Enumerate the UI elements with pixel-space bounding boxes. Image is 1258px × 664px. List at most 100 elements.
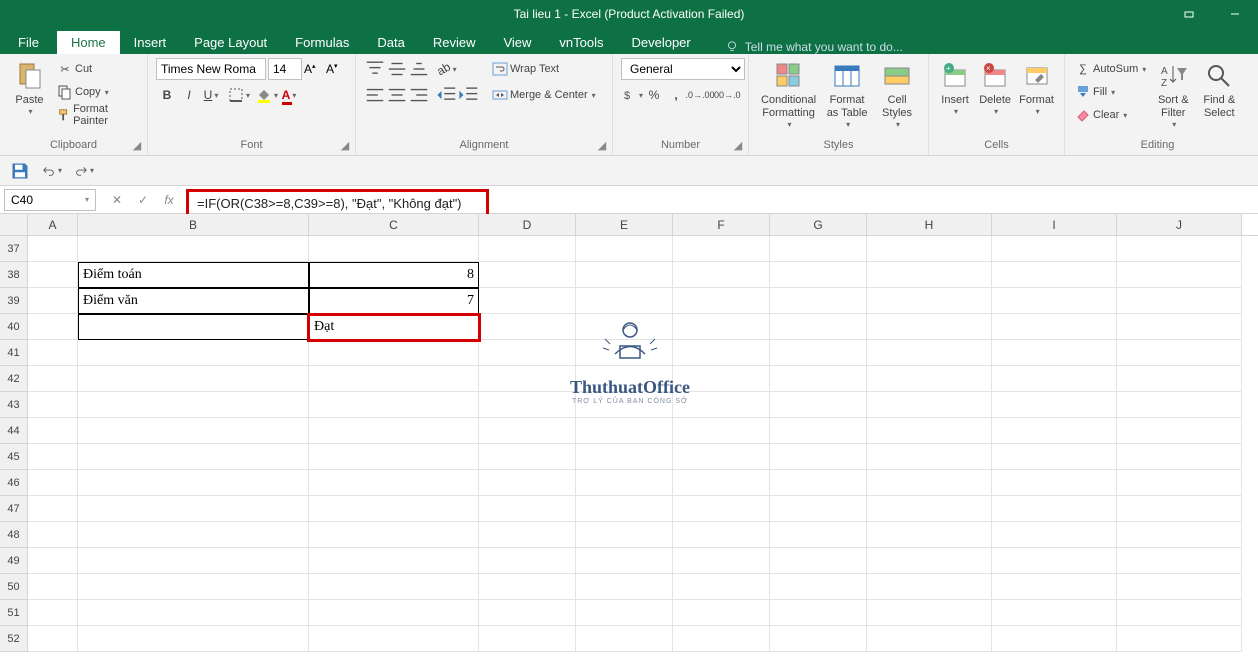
- row-header[interactable]: 40: [0, 314, 28, 340]
- col-header[interactable]: E: [576, 214, 673, 235]
- cell[interactable]: [576, 522, 673, 548]
- cell[interactable]: [479, 600, 576, 626]
- font-name-select[interactable]: [156, 58, 266, 80]
- cell[interactable]: [867, 288, 992, 314]
- row-header[interactable]: 42: [0, 366, 28, 392]
- cell[interactable]: [673, 522, 770, 548]
- cell[interactable]: [479, 262, 576, 288]
- cell[interactable]: [992, 262, 1117, 288]
- cell[interactable]: [992, 574, 1117, 600]
- cell[interactable]: [576, 574, 673, 600]
- underline-button[interactable]: U▾: [200, 84, 222, 106]
- cell[interactable]: [1117, 522, 1242, 548]
- cell[interactable]: [867, 574, 992, 600]
- cell[interactable]: [576, 262, 673, 288]
- cell[interactable]: [673, 262, 770, 288]
- cell[interactable]: [479, 366, 576, 392]
- cell[interactable]: [867, 548, 992, 574]
- cell[interactable]: [309, 574, 479, 600]
- cell[interactable]: [770, 626, 867, 652]
- cell[interactable]: [78, 444, 309, 470]
- cell[interactable]: [78, 496, 309, 522]
- tab-file[interactable]: File: [0, 31, 57, 54]
- cell[interactable]: [867, 314, 992, 340]
- cell[interactable]: [992, 548, 1117, 574]
- cell[interactable]: [28, 392, 78, 418]
- cell[interactable]: [28, 574, 78, 600]
- cell[interactable]: [576, 626, 673, 652]
- cell[interactable]: [309, 600, 479, 626]
- cell[interactable]: [1117, 444, 1242, 470]
- decrease-font-icon[interactable]: A▾: [326, 62, 346, 76]
- name-box[interactable]: C40▾: [4, 189, 96, 211]
- cell[interactable]: [867, 236, 992, 262]
- cell[interactable]: [1117, 600, 1242, 626]
- enter-formula-icon[interactable]: ✓: [130, 189, 156, 211]
- cell[interactable]: [770, 288, 867, 314]
- comma-format-icon[interactable]: ,: [665, 84, 687, 106]
- cell[interactable]: [78, 366, 309, 392]
- cell[interactable]: [992, 470, 1117, 496]
- cell[interactable]: 7: [309, 288, 479, 314]
- cell[interactable]: [78, 314, 309, 340]
- cell[interactable]: [479, 496, 576, 522]
- fill-color-button[interactable]: ▾: [256, 84, 278, 106]
- cell[interactable]: [992, 366, 1117, 392]
- cut-button[interactable]: ✂Cut: [55, 58, 139, 80]
- save-icon[interactable]: [10, 161, 30, 181]
- cell[interactable]: [576, 236, 673, 262]
- cell[interactable]: [576, 470, 673, 496]
- select-all-triangle[interactable]: [0, 214, 28, 236]
- insert-cells-button[interactable]: +Insert▾: [937, 58, 973, 119]
- insert-function-icon[interactable]: fx: [156, 189, 182, 211]
- cell[interactable]: [770, 496, 867, 522]
- cell[interactable]: [770, 392, 867, 418]
- cell[interactable]: [78, 574, 309, 600]
- dialog-launcher-icon[interactable]: ◢: [596, 139, 608, 151]
- cell[interactable]: Đạt: [309, 314, 479, 340]
- cell[interactable]: [479, 574, 576, 600]
- cell[interactable]: [479, 626, 576, 652]
- cell[interactable]: [309, 236, 479, 262]
- col-header[interactable]: J: [1117, 214, 1242, 235]
- cell[interactable]: [309, 522, 479, 548]
- cell[interactable]: [770, 262, 867, 288]
- undo-icon[interactable]: ▾: [42, 161, 62, 181]
- clear-button[interactable]: Clear▾: [1073, 104, 1148, 126]
- row-header[interactable]: 46: [0, 470, 28, 496]
- cell[interactable]: [78, 418, 309, 444]
- cell[interactable]: [576, 418, 673, 444]
- align-left-icon[interactable]: [364, 84, 386, 106]
- cell[interactable]: [309, 366, 479, 392]
- cell[interactable]: [770, 548, 867, 574]
- cell[interactable]: [770, 470, 867, 496]
- col-header[interactable]: I: [992, 214, 1117, 235]
- fill-button[interactable]: Fill▾: [1073, 81, 1148, 103]
- cell[interactable]: [28, 626, 78, 652]
- copy-button[interactable]: Copy▾: [55, 81, 139, 103]
- align-center-icon[interactable]: [386, 84, 408, 106]
- cell[interactable]: [78, 340, 309, 366]
- dialog-launcher-icon[interactable]: ◢: [131, 139, 143, 151]
- cell[interactable]: [28, 470, 78, 496]
- cell[interactable]: [1117, 548, 1242, 574]
- cell[interactable]: [673, 470, 770, 496]
- cell[interactable]: [992, 522, 1117, 548]
- row-header[interactable]: 51: [0, 600, 28, 626]
- cell[interactable]: [78, 626, 309, 652]
- row-header[interactable]: 37: [0, 236, 28, 262]
- cell[interactable]: [867, 470, 992, 496]
- align-bottom-icon[interactable]: [408, 58, 430, 80]
- bold-button[interactable]: B: [156, 84, 178, 106]
- paste-button[interactable]: Paste▾: [8, 58, 51, 119]
- align-middle-icon[interactable]: [386, 58, 408, 80]
- row-header[interactable]: 41: [0, 340, 28, 366]
- cell[interactable]: [28, 340, 78, 366]
- cell[interactable]: [867, 444, 992, 470]
- cell[interactable]: [1117, 314, 1242, 340]
- cell-styles-button[interactable]: Cell Styles▾: [874, 58, 920, 132]
- cell[interactable]: [992, 444, 1117, 470]
- row-header[interactable]: 44: [0, 418, 28, 444]
- cell[interactable]: [673, 288, 770, 314]
- cell[interactable]: [28, 418, 78, 444]
